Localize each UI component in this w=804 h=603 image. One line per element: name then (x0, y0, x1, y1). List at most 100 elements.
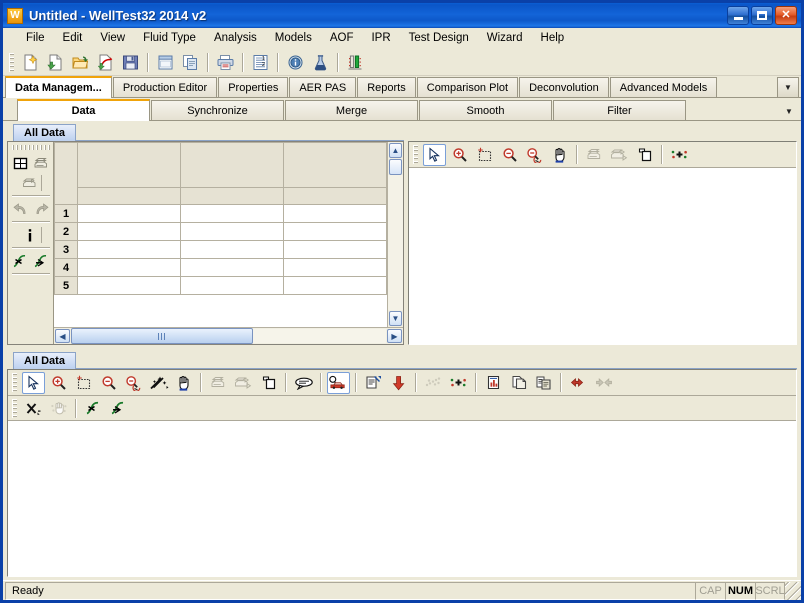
top-plot-canvas[interactable] (409, 168, 796, 344)
zoom-reset-icon[interactable] (523, 144, 546, 166)
print-icon[interactable] (214, 51, 237, 73)
tab-aer-pas[interactable]: AER PAS (289, 77, 357, 98)
copy-page-icon[interactable] (633, 144, 656, 166)
menu-item-models[interactable]: Models (266, 30, 321, 46)
print-stack-alt-icon[interactable] (20, 173, 41, 193)
menu-item-wizard[interactable]: Wizard (478, 30, 532, 46)
pointer-icon[interactable] (423, 143, 446, 166)
grid-cell[interactable] (180, 240, 284, 259)
grid-column-header[interactable] (283, 142, 387, 188)
hscroll-thumb[interactable] (71, 328, 253, 344)
subtab-synchronize[interactable]: Synchronize (151, 100, 284, 121)
primary-tab-overflow-chevron-down-icon[interactable]: ▼ (777, 77, 799, 98)
tab-properties[interactable]: Properties (218, 77, 289, 98)
open-recent-icon[interactable] (44, 51, 67, 73)
grid-cell[interactable] (77, 204, 181, 223)
curve-fit-icon[interactable] (10, 251, 31, 271)
grid-column-subheader[interactable] (77, 187, 181, 205)
redo-icon[interactable] (31, 199, 52, 219)
zoom-box-icon[interactable] (473, 144, 496, 166)
grid-cell[interactable] (283, 222, 387, 241)
fluid-icon[interactable] (309, 51, 332, 73)
plot-toolbar-grip[interactable] (12, 398, 17, 418)
grid-cell[interactable] (77, 240, 181, 259)
plot-toolbar-grip[interactable] (12, 373, 17, 392)
menu-item-aof[interactable]: AOF (321, 30, 363, 46)
plot-toolbar-grip[interactable] (413, 145, 418, 164)
scatter-settings-icon[interactable] (668, 144, 691, 166)
menu-item-help[interactable]: Help (532, 30, 574, 46)
grid-horizontal-scrollbar[interactable]: ◀ ▶ (54, 327, 403, 344)
hscroll-track[interactable] (253, 329, 386, 343)
copy-page-icon[interactable] (257, 372, 280, 394)
tab-data-managem[interactable]: Data Managem... (5, 76, 112, 98)
tab-deconvolution[interactable]: Deconvolution (519, 77, 609, 98)
grid-cell[interactable] (77, 276, 181, 295)
zoom-reset-icon[interactable] (122, 372, 145, 394)
scatter-settings-icon[interactable] (447, 372, 470, 394)
report-icon[interactable]: 1 2 (249, 51, 272, 73)
pan-hand-icon[interactable] (548, 144, 571, 166)
menu-item-analysis[interactable]: Analysis (205, 30, 266, 46)
data-panel-tab-all-data[interactable]: All Data (13, 124, 76, 141)
grid-cell[interactable] (77, 222, 181, 241)
tab-reports[interactable]: Reports (357, 77, 416, 98)
resize-grip[interactable] (785, 581, 801, 600)
table-row[interactable]: 2 (54, 222, 387, 241)
grid-row-header[interactable]: 4 (54, 258, 78, 277)
window-icon[interactable] (154, 51, 177, 73)
grid-corner-cell[interactable] (54, 142, 78, 205)
menu-item-file[interactable]: File (17, 30, 54, 46)
annotation-icon[interactable] (292, 372, 315, 394)
tab-production-editor[interactable]: Production Editor (112, 77, 218, 98)
grid-row-header[interactable]: 3 (54, 240, 78, 259)
grid-column-header[interactable] (180, 142, 284, 188)
table-row[interactable]: 3 (54, 240, 387, 259)
zoom-in-icon[interactable] (448, 144, 471, 166)
down-arrow-icon[interactable] (387, 372, 410, 394)
bottom-panel-tab-all-data[interactable]: All Data (13, 352, 76, 369)
table-row[interactable]: 5 (54, 276, 387, 295)
grid-cell[interactable] (180, 204, 284, 223)
subtab-merge[interactable]: Merge (285, 100, 418, 121)
zoom-out-icon[interactable] (97, 372, 120, 394)
grid-table-wrapper[interactable]: 12345 (54, 142, 387, 327)
grid-column-header[interactable] (77, 142, 181, 188)
tab-comparison-plot[interactable]: Comparison Plot (416, 77, 519, 98)
wand-tools-icon[interactable] (147, 372, 170, 394)
curve-fit-icon[interactable] (82, 397, 105, 419)
menu-item-edit[interactable]: Edit (54, 30, 92, 46)
scroll-right-icon[interactable]: ▶ (387, 329, 402, 343)
menu-item-view[interactable]: View (91, 30, 134, 46)
table-row[interactable]: 1 (54, 204, 387, 223)
paste-doc-icon[interactable] (532, 372, 555, 394)
scroll-down-icon[interactable]: ▼ (389, 311, 402, 326)
delete-point-icon[interactable] (22, 397, 45, 419)
scroll-left-icon[interactable]: ◀ (55, 329, 70, 343)
curve-fit-alt-icon[interactable] (107, 397, 130, 419)
bottom-plot-canvas[interactable] (8, 421, 796, 576)
close-button[interactable]: ✕ (775, 6, 797, 25)
table-grid-icon[interactable] (10, 153, 31, 173)
import-icon[interactable] (94, 51, 117, 73)
copy-doc-icon[interactable] (507, 372, 530, 394)
new-icon[interactable] (19, 51, 42, 73)
curve-fit-alt-icon[interactable] (31, 251, 52, 271)
bar-chart-doc-icon[interactable] (482, 372, 505, 394)
menu-item-test-design[interactable]: Test Design (400, 30, 478, 46)
secondary-tab-overflow-chevron-down-icon[interactable]: ▼ (779, 102, 799, 121)
pointer-icon[interactable] (22, 371, 45, 394)
grid-row-header[interactable]: 5 (54, 276, 78, 295)
info-icon[interactable] (284, 51, 307, 73)
undo-icon[interactable] (10, 199, 31, 219)
open-folder-icon[interactable] (69, 51, 92, 73)
zoom-in-icon[interactable] (47, 372, 70, 394)
zoom-box-icon[interactable] (72, 372, 95, 394)
menu-item-fluid-type[interactable]: Fluid Type (134, 30, 205, 46)
grid-cell[interactable] (180, 222, 284, 241)
subtab-data[interactable]: Data (17, 99, 150, 121)
tab-advanced-models[interactable]: Advanced Models (609, 77, 718, 98)
grid-column-subheader[interactable] (283, 187, 387, 205)
print-stack-icon[interactable] (31, 153, 52, 173)
save-icon[interactable] (119, 51, 142, 73)
